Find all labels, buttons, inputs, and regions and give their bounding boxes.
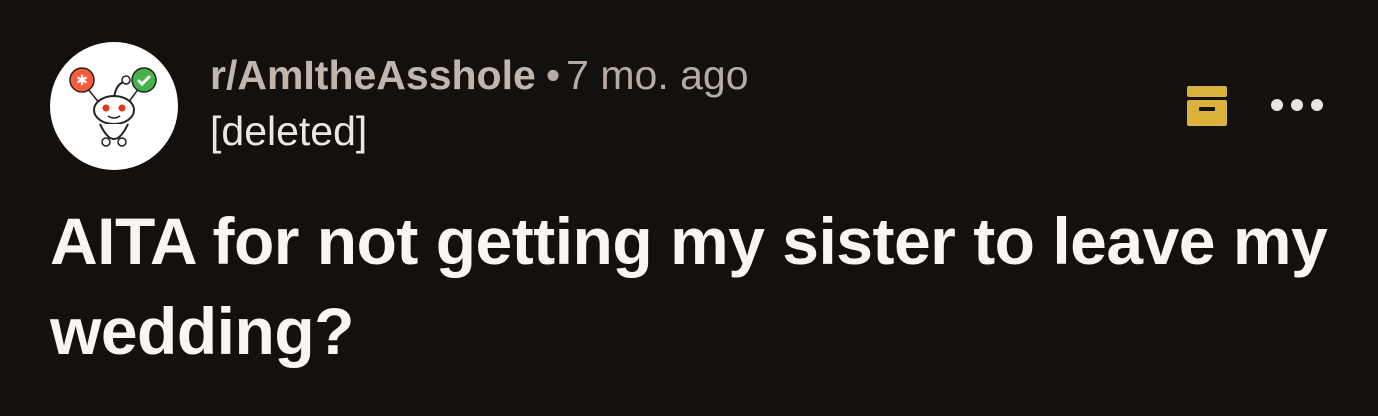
more-options-icon[interactable]: [1268, 94, 1326, 116]
post-meta-line: r/AmItheAsshole • 7 mo. ago: [210, 50, 749, 100]
post-author[interactable]: [deleted]: [210, 106, 749, 156]
subreddit-avatar-icon[interactable]: ✱: [50, 42, 178, 170]
post-header: ✱ r/AmItheAsshole • 7 mo. ago [deleted]: [50, 42, 1340, 172]
subreddit-link[interactable]: r/AmItheAsshole: [210, 52, 536, 98]
svg-text:✱: ✱: [76, 73, 88, 89]
archive-icon[interactable]: [1185, 84, 1229, 128]
post-timestamp: 7 mo. ago: [566, 52, 749, 98]
meta-separator: •: [545, 52, 561, 98]
post-meta: r/AmItheAsshole • 7 mo. ago [deleted]: [210, 50, 749, 170]
post-title[interactable]: AITA for not getting my sister to leave …: [50, 196, 1350, 376]
